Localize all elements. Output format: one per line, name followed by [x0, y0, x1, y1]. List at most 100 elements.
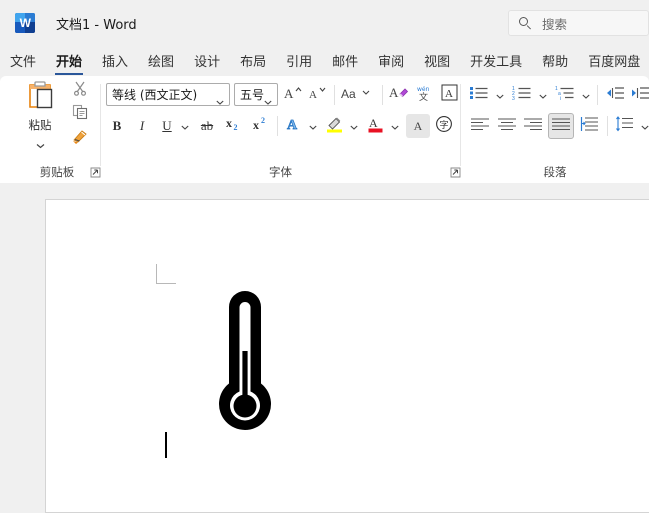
divider	[382, 85, 383, 105]
svg-text:文: 文	[419, 91, 428, 102]
align-center-icon	[497, 117, 517, 136]
scissors-icon	[72, 80, 88, 101]
font-color-dropdown-button[interactable]	[387, 114, 403, 138]
chevron-down-icon[interactable]	[264, 92, 272, 105]
tab-file[interactable]: 文件	[0, 46, 46, 70]
tab-help[interactable]: 帮助	[532, 46, 578, 70]
tab-insert[interactable]: 插入	[92, 46, 138, 70]
ribbon: 粘贴 剪贴板 等线 (西文正文) 五号 A A Aa A wén 文 A B I…	[0, 76, 649, 183]
font-size-value: 五号	[240, 88, 265, 102]
underline-button[interactable]: U	[156, 114, 178, 138]
grow-font-icon: A	[284, 85, 303, 106]
text-highlight-button[interactable]	[323, 114, 347, 138]
tab-developer[interactable]: 开发工具	[460, 46, 532, 70]
subscript-button[interactable]: x 2	[222, 114, 246, 138]
format-painter-icon	[71, 128, 89, 149]
italic-button[interactable]: I	[131, 114, 153, 138]
font-color-button[interactable]: A	[364, 114, 388, 138]
tab-baidu-netdisk[interactable]: 百度网盘	[578, 46, 649, 70]
svg-text:A: A	[369, 116, 378, 130]
strikethrough-label: ab	[200, 118, 214, 133]
align-center-button[interactable]	[495, 114, 519, 138]
line-spacing-dropdown-button[interactable]	[637, 114, 649, 138]
text-effects-icon: A	[285, 115, 303, 137]
font-color-icon: A	[367, 115, 385, 138]
copy-icon	[72, 104, 88, 125]
highlight-color-icon	[325, 115, 345, 138]
document-page[interactable]	[45, 199, 649, 513]
ribbon-group-label-paragraph: 段落	[543, 165, 567, 179]
multilevel-list-icon: 1 a i	[555, 85, 575, 106]
justify-icon	[551, 117, 571, 136]
paste-button[interactable]: 粘贴	[18, 80, 62, 152]
superscript-icon: x 2	[252, 115, 270, 137]
superscript-button[interactable]: x 2	[249, 114, 273, 138]
divider	[607, 116, 608, 136]
chevron-down-icon	[495, 86, 504, 104]
search-input[interactable]: 搜索	[542, 14, 567, 33]
font-size-combobox[interactable]: 五号	[234, 83, 278, 106]
bullet-list-icon	[469, 85, 489, 106]
tab-view[interactable]: 视图	[414, 46, 460, 70]
bullets-button[interactable]	[466, 83, 492, 107]
clear-formatting-button[interactable]: A	[387, 83, 411, 107]
decrease-indent-button[interactable]	[603, 83, 627, 107]
enclose-characters-button[interactable]: 字	[432, 114, 456, 138]
word-icon: W	[15, 13, 35, 33]
svg-text:3: 3	[512, 96, 515, 101]
page-title: 文档1 - Word	[56, 18, 137, 33]
numbering-button[interactable]: 1 2 3	[509, 83, 535, 107]
tab-draw[interactable]: 绘图	[138, 46, 184, 70]
tab-references[interactable]: 引用	[276, 46, 322, 70]
multilevel-list-button[interactable]: 1 a i	[552, 83, 578, 107]
chevron-down-icon[interactable]	[216, 92, 224, 105]
change-case-button[interactable]: Aa	[339, 83, 377, 107]
align-right-button[interactable]	[521, 114, 545, 138]
cut-button[interactable]	[69, 80, 91, 101]
divider	[334, 85, 335, 105]
svg-text:wén: wén	[417, 86, 430, 93]
highlight-dropdown-button[interactable]	[346, 114, 362, 138]
text-effects-dropdown-button[interactable]	[305, 114, 321, 138]
search-box[interactable]: 搜索	[508, 10, 649, 36]
chevron-down-icon[interactable]	[36, 136, 45, 149]
search-icon	[519, 16, 533, 30]
svg-text:A: A	[284, 86, 294, 101]
bold-button[interactable]: B	[106, 114, 128, 138]
tab-home[interactable]: 开始	[46, 46, 92, 75]
svg-text:Aa: Aa	[341, 87, 356, 101]
svg-text:A: A	[287, 118, 298, 132]
character-shading-button[interactable]: A	[406, 114, 430, 138]
shrink-font-button[interactable]: A	[307, 83, 329, 107]
shrink-font-icon: A	[309, 85, 328, 106]
tab-review[interactable]: 审阅	[368, 46, 414, 70]
underline-dropdown-button[interactable]	[177, 114, 193, 138]
justify-button[interactable]	[548, 113, 574, 139]
distributed-align-button[interactable]	[578, 114, 602, 138]
tab-mailings[interactable]: 邮件	[322, 46, 368, 70]
align-left-icon	[470, 117, 490, 136]
ribbon-group-clipboard: 粘贴 剪贴板	[14, 76, 101, 183]
tab-layout[interactable]: 布局	[230, 46, 276, 70]
multilevel-dropdown-button[interactable]	[578, 83, 593, 107]
strikethrough-button[interactable]: ab	[195, 114, 219, 138]
svg-text:A: A	[445, 88, 453, 100]
character-border-button[interactable]: A	[437, 83, 461, 107]
document-canvas	[0, 183, 649, 513]
line-spacing-button[interactable]	[613, 114, 637, 138]
svg-text:A: A	[389, 85, 399, 100]
grow-font-button[interactable]: A	[282, 83, 304, 107]
decrease-indent-icon	[605, 85, 625, 106]
font-name-combobox[interactable]: 等线 (西文正文)	[106, 83, 230, 106]
paste-label: 粘贴	[28, 118, 52, 132]
format-painter-button[interactable]	[69, 128, 91, 149]
tab-design[interactable]: 设计	[184, 46, 230, 70]
increase-indent-button[interactable]	[628, 83, 649, 107]
phonetic-guide-button[interactable]: wén 文	[412, 83, 436, 107]
ribbon-group-label-font: 字体	[269, 165, 292, 179]
text-effects-button[interactable]: A	[282, 114, 306, 138]
copy-button[interactable]	[69, 104, 91, 125]
bullets-dropdown-button[interactable]	[492, 83, 507, 107]
align-left-button[interactable]	[468, 114, 492, 138]
numbering-dropdown-button[interactable]	[535, 83, 550, 107]
